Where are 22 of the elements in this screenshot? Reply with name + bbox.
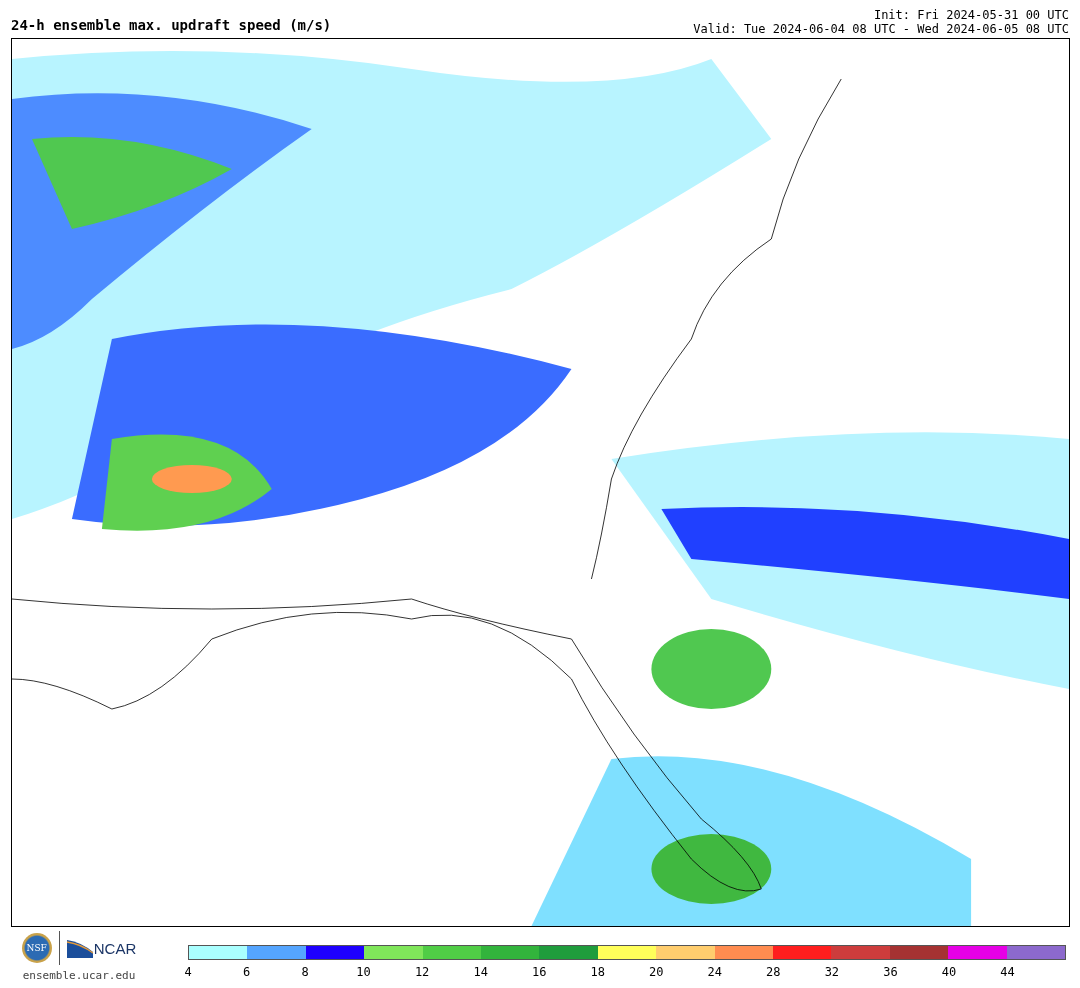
colorbar-tick-label: 4 <box>184 965 192 979</box>
colorbar-tick-label: 14 <box>473 965 488 979</box>
colorbar-tick-label: 6 <box>242 965 251 979</box>
swoosh-icon <box>66 938 93 958</box>
colorbar-tick-label: 8 <box>301 965 309 979</box>
colorbar-tick-label: 10 <box>356 965 371 979</box>
init-time: Init: Fri 2024-05-31 00 UTC <box>873 8 1069 22</box>
colorbar-tick-label: 16 <box>531 965 547 979</box>
plot-title: 24-h ensemble max. updraft speed (m/s) <box>11 17 332 35</box>
colorbar-tick-label: 44 <box>1000 965 1015 979</box>
colorbar-tick-label: 40 <box>941 965 957 979</box>
colorbar-tick-label: 18 <box>590 965 605 979</box>
seal-logo: NSF <box>21 933 52 963</box>
colorbar-tick-label: 12 <box>414 965 430 979</box>
website-link[interactable]: ensemble.ucar.edu <box>22 969 136 982</box>
colorbar-tick-label: 24 <box>707 965 722 979</box>
valid-period: Valid: Tue 2024-06-04 08 UTC - Wed 2024-06-05 08 UTC <box>693 22 1069 36</box>
colorbar-tick-label: 32 <box>824 965 840 979</box>
colorbar-tick-label: 36 <box>883 965 898 979</box>
colorbar-tick-label: 20 <box>649 965 664 979</box>
colorbar-tick-label: 28 <box>766 965 781 979</box>
ncar-logo-text: NCAR <box>93 939 137 957</box>
